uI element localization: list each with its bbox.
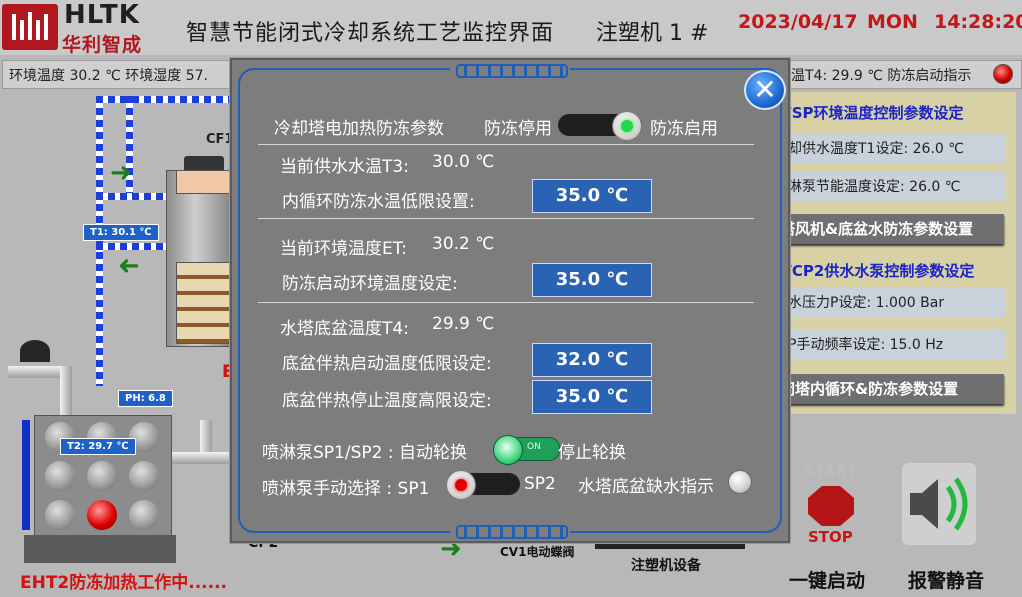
sensor-t2-tag: T2: 29.7 ℃ [60,438,136,455]
flow-right-arrow-icon: ➜ [110,158,132,188]
drain-pipe-vertical [60,366,72,418]
divider [258,302,754,303]
dialog-title: 冷却塔电加热防冻参数 [274,119,444,139]
valve-cv1-label: CV1电动蝶阀 [500,545,575,559]
close-icon: ✕ [753,73,777,106]
antifreeze-on-label: 防冻启用 [650,119,718,139]
tank-heater-bar [22,420,30,530]
weekday-display: MON [867,11,918,33]
tank-module [129,461,159,491]
time-display: 14:28:20 [934,11,1022,33]
pump-rotate-toggle[interactable]: ON [493,435,560,465]
spray-pump-temp-setting[interactable]: 淋泵节能温度设定: 26.0 ℃ [788,172,1006,202]
pump-rotate-label: 喷淋泵SP1/SP2 : 自动轮换 [262,443,467,463]
heat-stop-label: 底盆伴热停止温度高限设定: [282,391,492,411]
date-display: 2023/04/17 [738,11,858,33]
pump-rotate-stop-label: 停止轮换 [558,443,626,463]
divider [258,218,754,219]
low-water-indicator-icon [728,470,752,494]
tank-module [87,461,117,491]
heater-status-message: EHT2防冻加热工作中...... [20,573,228,593]
one-key-start-label: 一键启动 [789,570,866,592]
frame-top-tab [450,60,570,78]
supply-pipe-top [96,96,236,103]
close-button[interactable]: ✕ [744,70,786,110]
injection-machine-label: 注塑机设备 [631,558,701,574]
low-water-label: 水塔底盆缺水指示 [578,477,714,497]
pump-pipe [170,452,232,464]
toggle-knob [612,111,642,141]
heat-start-input[interactable]: 32.0 ℃ [532,343,652,377]
toggle-knob [493,435,523,465]
antifreeze-start-lamp-icon [993,64,1013,84]
t4-value: 29.9 ℃ [432,314,495,334]
water-tank [34,415,172,537]
sensor-t1-tag: T1: 30.1 ℃ [83,224,159,241]
pipe-to-tower [96,193,166,200]
tower-fan-antifreeze-button[interactable]: 塔风机&底盆水防冻参数设置 [780,214,1004,244]
speaker-icon [910,477,968,531]
start-env-input[interactable]: 35.0 ℃ [532,263,652,297]
sensor-ph-tag: PH: 6.8 [118,390,173,407]
cooling-tower-fill [176,262,232,344]
pipe-from-tower [96,243,166,250]
tank-module [45,461,75,491]
start-stop-button[interactable] [808,486,854,526]
tank-base [24,535,176,563]
antifreeze-toggle[interactable] [558,111,642,141]
page-title: 智慧节能闭式冷却系统工艺监控界面 [186,21,555,46]
t4-label: 水塔底盆温度T4: [280,319,409,339]
antifreeze-dialog: ✕ 冷却塔电加热防冻参数 防冻停用 防冻启用 当前供水水温T3: 30.0 ℃ … [230,58,790,543]
low-limit-input[interactable]: 35.0 ℃ [532,179,652,213]
heat-stop-input[interactable]: 35.0 ℃ [532,380,652,414]
logo-text-cn: 华利智成 [62,34,143,56]
pump-pipe-vertical [200,420,212,452]
antifreeze-off-label: 防冻停用 [484,119,552,139]
ambient-control-heading: F/SP环境温度控制参数设定 [776,104,964,122]
machine-label: 注塑机 1 # [596,21,709,46]
et-value: 30.2 ℃ [432,234,495,254]
supply-pipe-left [96,96,103,386]
water-pressure-setting[interactable]: 水压力P设定: 1.000 Bar [788,288,1006,318]
antifreeze-readout: 温T4: 29.9 ℃ 防冻启动指示 [791,68,972,84]
environment-readout: 环境温度 30.2 ℃ 环境湿度 57. [9,68,208,84]
logo-mark-icon [12,12,48,40]
pump-manual-label: 喷淋泵手动选择 : SP1 [262,479,430,499]
drain-pipe [8,366,68,378]
toggle-state-text: ON [527,442,541,452]
company-logo [2,4,58,50]
divider [258,144,754,145]
cooling-tower-fill-top [176,170,232,194]
closed-tower-antifreeze-button[interactable]: 闭塔内循环&防冻参数设置 [780,374,1004,404]
toggle-knob [446,470,476,500]
logo-text-en: HLTK [64,0,140,30]
stop-label: STOP [808,528,853,546]
settings-panel: F/SP环境温度控制参数设定 却供水温度T1设定: 26.0 ℃ 淋泵节能温度设… [776,92,1016,414]
et-label: 当前环境温度ET: [280,239,407,259]
alarm-silence-button[interactable] [902,463,976,545]
tank-module [129,500,159,530]
tank-heater-active-indicator [87,500,117,530]
heat-start-label: 底盆伴热启动温度低限设定: [282,354,492,374]
valve-icon [20,340,50,362]
alarm-silence-label: 报警静音 [908,570,985,592]
manual-frequency-setting[interactable]: P手动频率设定: 15.0 Hz [788,330,1006,360]
header-bar: HLTK 华利智成 智慧节能闭式冷却系统工艺监控界面 注塑机 1 # 2023/… [0,0,1022,56]
frame-bottom-tab [450,521,570,539]
start-label: START [804,462,857,480]
pump-control-heading: 1/CP2供水水泵控制参数设定 [776,262,975,280]
low-limit-label: 内循环防冻水温低限设置: [282,192,475,212]
flow-left-arrow-icon: ➜ [118,251,140,281]
sp2-label: SP2 [524,474,556,494]
pump-select-switch[interactable] [446,470,520,500]
supply-temp-setting[interactable]: 却供水温度T1设定: 26.0 ℃ [788,134,1006,164]
t3-value: 30.0 ℃ [432,152,495,172]
tank-module [45,500,75,530]
start-env-label: 防冻启动环境温度设定: [282,274,458,294]
t3-label: 当前供水水温T3: [280,157,409,177]
